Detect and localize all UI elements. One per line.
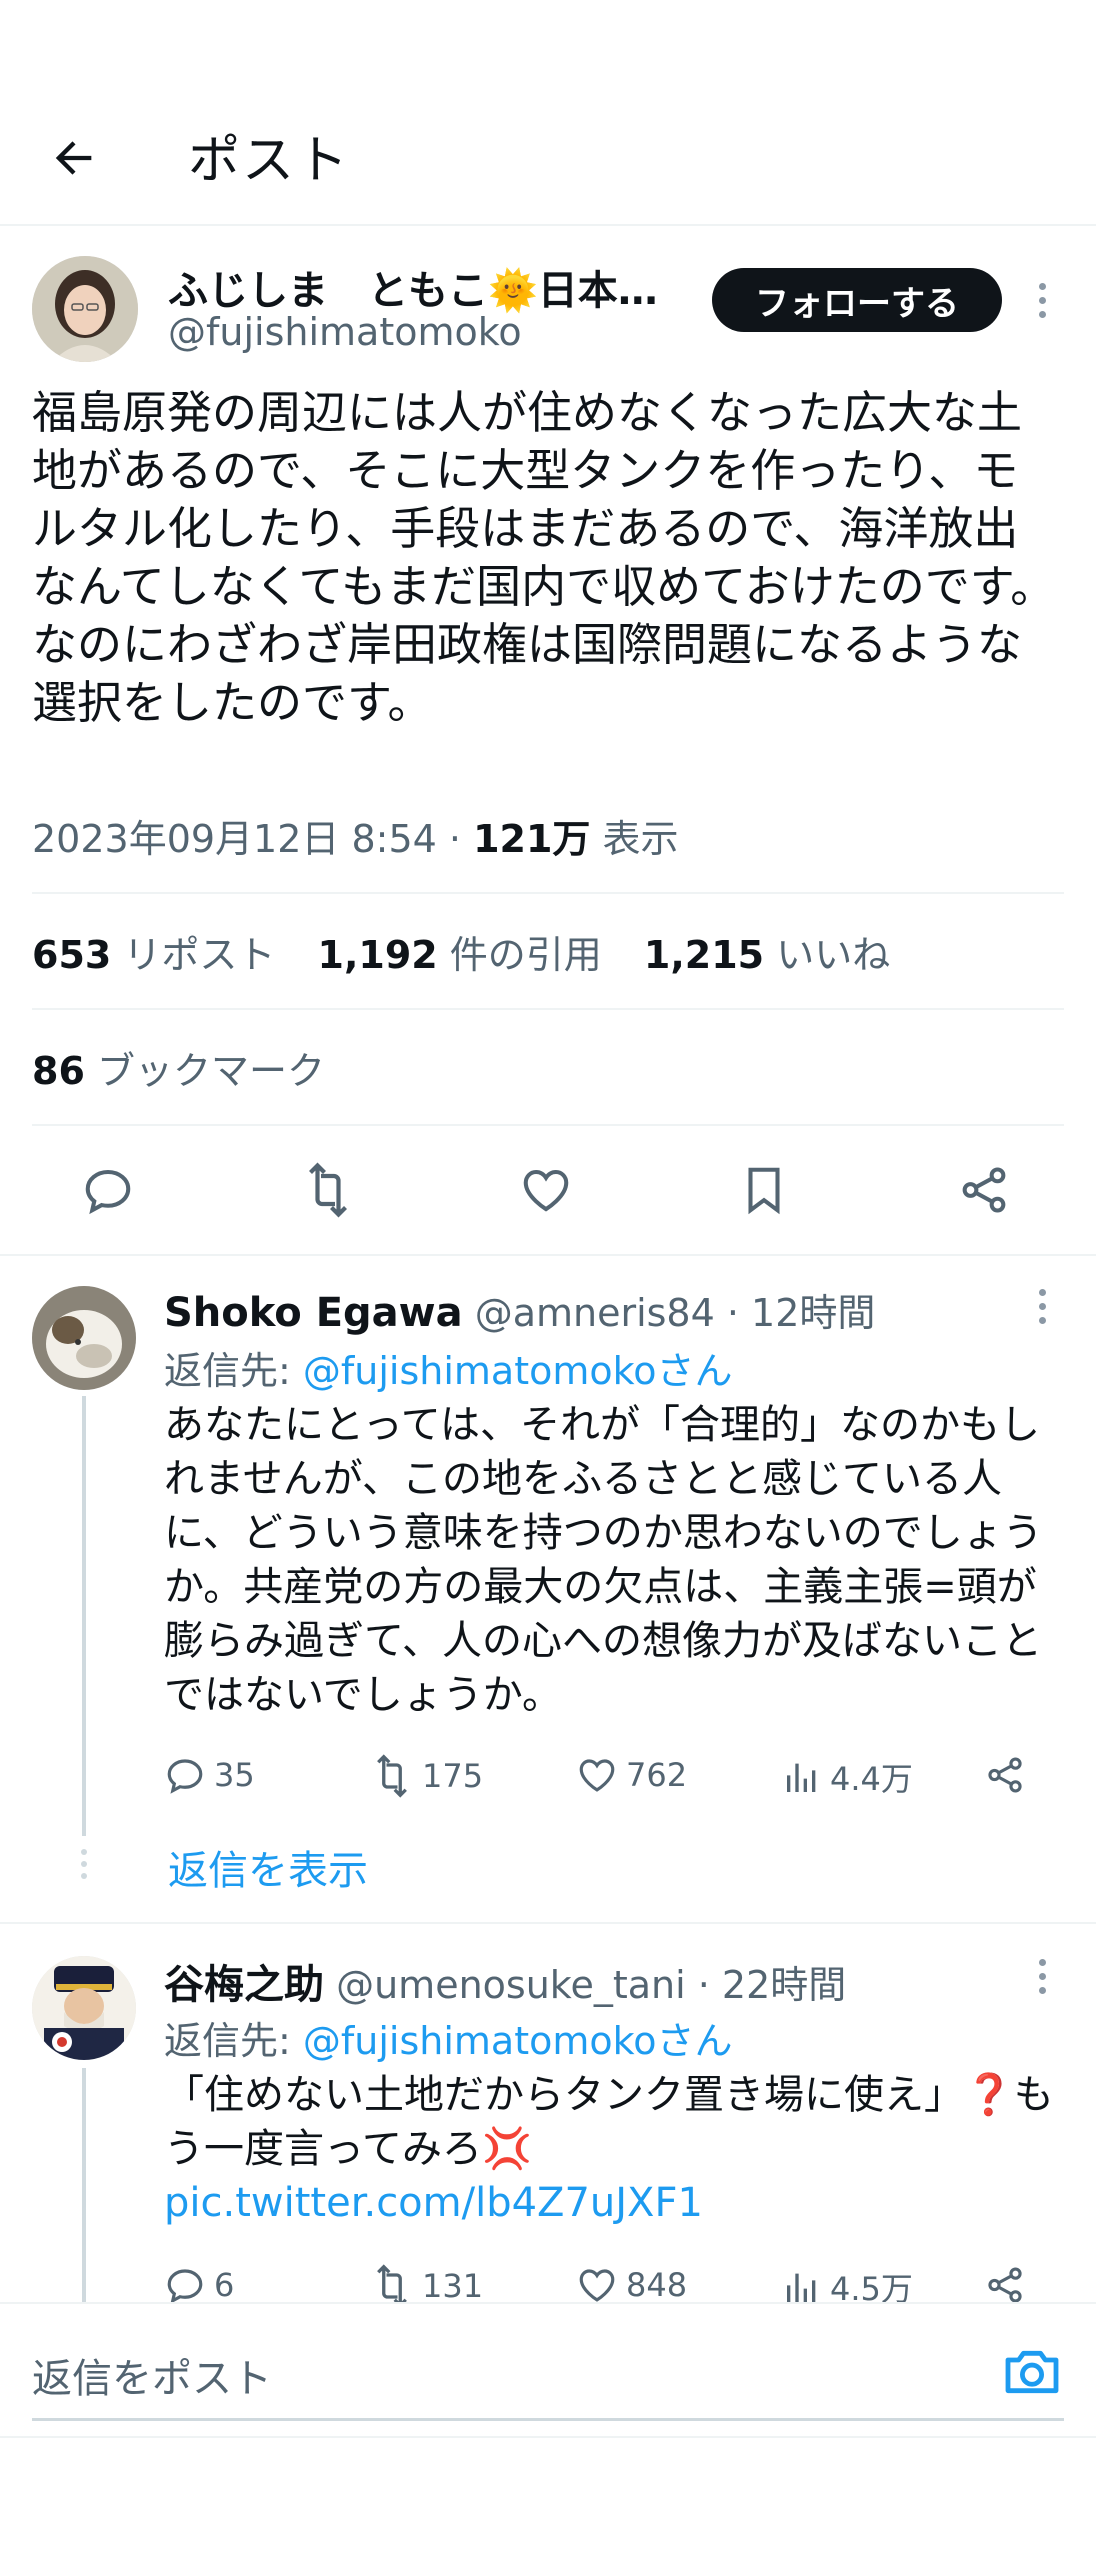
repost-icon bbox=[377, 1754, 407, 1798]
more-options-icon[interactable] bbox=[1022, 1276, 1062, 1336]
composer-underline bbox=[32, 2418, 1064, 2421]
bookmark-button[interactable] bbox=[724, 1150, 804, 1230]
bookmark-icon bbox=[748, 1167, 780, 1215]
like-button[interactable] bbox=[506, 1150, 586, 1230]
reply-display-name[interactable]: Shoko Egawa bbox=[164, 1290, 463, 1336]
reply-icon bbox=[167, 1759, 203, 1794]
share-button[interactable] bbox=[984, 1754, 1026, 1796]
divider bbox=[32, 1008, 1064, 1010]
reply-text: 「住めない土地だからタンク置き場に使え」❓もう一度言ってみろ💢 pic.twit… bbox=[164, 2072, 1054, 2226]
reposts-stat[interactable]: 653 リポスト bbox=[32, 933, 275, 977]
reply-handle[interactable]: @amneris84 bbox=[475, 1291, 715, 1335]
arrow-left-icon bbox=[55, 141, 92, 175]
reply-handle[interactable]: @umenosuke_tani bbox=[336, 1963, 686, 2007]
reply-count[interactable]: 35 bbox=[164, 1754, 255, 1796]
thread-line bbox=[82, 1396, 86, 1836]
header-divider bbox=[0, 224, 1096, 226]
back-button[interactable] bbox=[36, 120, 112, 196]
share-icon bbox=[988, 1757, 1022, 1793]
reply-count[interactable]: 6 bbox=[164, 2264, 234, 2306]
show-replies-link[interactable]: 返信を表示 bbox=[168, 1838, 368, 1896]
repost-count[interactable]: 175 bbox=[370, 1754, 483, 1798]
reply-to-user-link[interactable]: @fujishimatomokoさん bbox=[303, 2019, 733, 2063]
thread-line bbox=[82, 2068, 86, 2308]
author-avatar[interactable] bbox=[32, 256, 138, 362]
like-count[interactable]: 848 bbox=[576, 2264, 687, 2306]
camera-icon bbox=[1005, 2350, 1059, 2394]
reply-display-name[interactable]: 谷梅之助 bbox=[164, 1962, 324, 2008]
share-icon bbox=[988, 2267, 1022, 2303]
repost-button[interactable] bbox=[288, 1150, 368, 1230]
reply-to: 返信先: @fujishimatomokoさん bbox=[164, 1349, 733, 1393]
reply-to: 返信先: @fujishimatomokoさん bbox=[164, 2019, 733, 2063]
reply-header: 谷梅之助 @umenosuke_tani · 22時間 bbox=[164, 1952, 846, 2010]
post-meta: 2023年09月12日 8:54 · 121万 表示 bbox=[32, 808, 679, 863]
analytics-icon bbox=[787, 1763, 816, 1792]
reply-icon bbox=[167, 2269, 203, 2304]
reply-icon bbox=[85, 1169, 131, 1215]
quotes-stat[interactable]: 1,192 件の引用 bbox=[318, 933, 602, 977]
reply-avatar[interactable] bbox=[32, 1956, 136, 2060]
view-count[interactable]: 4.4万 bbox=[782, 1754, 913, 1800]
share-icon bbox=[962, 1167, 1006, 1213]
post-datetime[interactable]: 2023年09月12日 8:54 · bbox=[32, 817, 473, 861]
page-title: ポスト bbox=[188, 131, 351, 191]
likes-stat[interactable]: 1,215 いいね bbox=[644, 933, 890, 977]
divider bbox=[32, 1124, 1064, 1126]
reply-input[interactable]: 返信をポスト bbox=[32, 2346, 272, 2404]
divider bbox=[0, 1922, 1096, 1924]
thread-dots bbox=[80, 1848, 88, 1886]
more-options-icon[interactable] bbox=[1022, 270, 1062, 330]
reply-to-user-link[interactable]: @fujishimatomokoさん bbox=[303, 1349, 733, 1393]
like-count[interactable]: 762 bbox=[576, 1754, 687, 1796]
follow-button[interactable]: フォローする bbox=[712, 268, 1002, 332]
reply-text: あなたにとっては、それが「合理的」なのかもしれませんが、この地をふるさとと感じて… bbox=[164, 1402, 1043, 1718]
bottom-divider bbox=[0, 2436, 1096, 2438]
analytics-icon bbox=[787, 2273, 816, 2302]
reply-avatar[interactable] bbox=[32, 1286, 136, 1390]
author-handle[interactable]: @fujishimatomoko bbox=[168, 310, 522, 354]
heart-icon bbox=[523, 1169, 569, 1212]
reply-header: Shoko Egawa @amneris84 · 12時間 bbox=[164, 1282, 875, 1337]
composer-top-divider bbox=[0, 2302, 1096, 2304]
reply-time[interactable]: · 22時間 bbox=[686, 1963, 847, 2007]
more-options-icon[interactable] bbox=[1022, 1946, 1062, 2006]
post-text: 福島原発の周辺には人が住めなくなった広大な土地があるので、そこに大型タンクを作っ… bbox=[32, 386, 1056, 729]
divider bbox=[0, 1254, 1096, 1256]
heart-icon bbox=[579, 1759, 615, 1792]
reply-time[interactable]: · 12時間 bbox=[715, 1291, 876, 1335]
media-link[interactable]: pic.twitter.com/lb4Z7uJXF1 bbox=[164, 2180, 703, 2226]
divider bbox=[32, 892, 1064, 894]
reply-button[interactable] bbox=[68, 1150, 148, 1230]
engagement-stats: 653 リポスト 1,192 件の引用 1,215 いいね bbox=[32, 924, 890, 979]
camera-button[interactable] bbox=[1000, 2340, 1064, 2404]
views-label: 表示 bbox=[590, 817, 679, 861]
share-button[interactable] bbox=[984, 2264, 1026, 2306]
views-count: 121万 bbox=[473, 817, 591, 861]
share-button[interactable] bbox=[944, 1150, 1024, 1230]
heart-icon bbox=[579, 2269, 615, 2302]
bookmarks-stat[interactable]: 86 ブックマーク bbox=[32, 1040, 325, 1095]
author-display-name[interactable]: ふじしま ともこ🌞日本… bbox=[168, 258, 688, 316]
repost-icon bbox=[309, 1162, 347, 1218]
